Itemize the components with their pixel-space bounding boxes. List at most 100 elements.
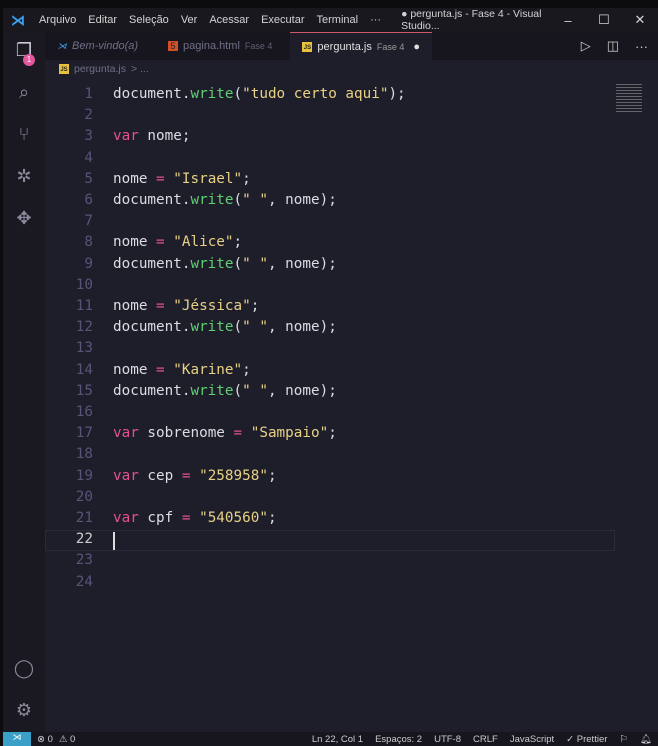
code-editor[interactable]: 1 document.write("tudo certo aqui"); 2 3 var… xyxy=(45,78,658,732)
line-number: 6 xyxy=(84,192,93,208)
menu-editar[interactable]: Editar xyxy=(82,14,123,26)
code-line[interactable]: document.write(" ", nome); xyxy=(113,383,337,399)
line-ending[interactable]: CRLF xyxy=(467,734,504,745)
code-token: " " xyxy=(242,319,268,336)
code-line[interactable]: nome = "Israel"; xyxy=(113,171,251,187)
minimize-icon[interactable]: – xyxy=(550,13,586,28)
code-line[interactable]: document.write("tudo certo aqui"); xyxy=(113,86,406,102)
code-token: ; xyxy=(242,170,251,187)
code-token: " " xyxy=(242,192,268,208)
unsaved-dot-icon[interactable]: ● xyxy=(413,41,420,53)
errors-count[interactable]: ⊗ 0 xyxy=(31,734,59,745)
code-token: ( xyxy=(233,86,243,102)
current-line-highlight xyxy=(45,530,615,552)
code-token: write xyxy=(190,255,234,272)
code-line[interactable]: nome = "Jéssica"; xyxy=(113,298,259,314)
line-number: 4 xyxy=(84,149,93,166)
minimap[interactable] xyxy=(616,84,642,114)
breadcrumb-more[interactable]: > ... xyxy=(131,63,149,75)
menu-acessar[interactable]: Acessar xyxy=(203,14,255,26)
line-number: 24 xyxy=(75,573,93,590)
code-token: = xyxy=(156,361,165,378)
code-line[interactable]: var cpf = "540560"; xyxy=(113,510,277,526)
breadcrumb: JS pergunta.js > ... xyxy=(45,60,658,78)
code-token: write xyxy=(190,192,234,208)
bell-icon[interactable]: 🔔︎ xyxy=(634,734,658,745)
tab-bem-vindo[interactable]: ⋊ Bem-vindo(a) xyxy=(45,32,150,60)
code-token: "Alice" xyxy=(173,234,234,251)
code-line[interactable]: document.write(" ", nome); xyxy=(113,256,337,272)
line-number: 20 xyxy=(75,488,93,505)
status-bar: ⋊ ⊗ 0 ⚠ 0 Ln 22, Col 1 Espaços: 2 UTF-8 … xyxy=(3,732,658,746)
line-number: 13 xyxy=(75,340,93,357)
code-token: "Karine" xyxy=(173,361,243,378)
line-number: 7 xyxy=(84,213,93,230)
tab-folder: Fase 4 xyxy=(376,41,405,52)
menu-terminal[interactable]: Terminal xyxy=(311,14,365,26)
line-number: 21 xyxy=(75,510,93,526)
code-token: "540560" xyxy=(199,510,268,526)
code-line[interactable]: document.write(" ", nome); xyxy=(113,319,337,335)
line-number: 18 xyxy=(75,446,93,463)
source-control-icon[interactable]: ⑂ xyxy=(3,124,45,145)
maximize-icon[interactable]: ☐ xyxy=(586,12,622,28)
menu-more[interactable]: ··· xyxy=(364,14,387,26)
close-icon[interactable]: ✕ xyxy=(622,12,658,28)
window-title: ● pergunta.js - Fase 4 - Visual Studio..… xyxy=(401,8,542,32)
run-icon[interactable]: ▷ xyxy=(581,38,591,54)
code-token: ; xyxy=(267,510,277,526)
menu-arquivo[interactable]: Arquivo xyxy=(33,14,82,26)
code-token: "258958" xyxy=(199,467,268,484)
tab-pagina-html[interactable]: 5 pagina.html Fase 4 xyxy=(150,32,284,60)
menu-ver[interactable]: Ver xyxy=(175,14,204,26)
line-number: 8 xyxy=(84,234,93,251)
code-token: = xyxy=(233,425,243,442)
feedback-icon[interactable]: ⚐ xyxy=(613,734,634,745)
encoding[interactable]: UTF-8 xyxy=(428,734,467,745)
code-token: ( xyxy=(233,382,243,399)
account-icon[interactable]: ◯ xyxy=(3,658,45,679)
code-line[interactable]: var nome; xyxy=(113,128,190,144)
code-token: ; xyxy=(328,425,337,442)
menu-executar[interactable]: Executar xyxy=(255,14,310,26)
more-actions-icon[interactable]: ··· xyxy=(635,39,648,54)
tab-bar: ⋊ Bem-vindo(a) 5 pagina.html Fase 4 JS p… xyxy=(45,32,658,60)
vscode-window: ⋊ Arquivo Editar Seleção Ver Acessar Exe… xyxy=(3,8,658,746)
js-icon: JS xyxy=(59,64,69,74)
code-token: ( xyxy=(233,192,243,208)
extensions-icon[interactable]: ✥ xyxy=(3,208,45,229)
tab-label: Bem-vindo(a) xyxy=(72,40,139,52)
code-token: var xyxy=(113,510,139,526)
code-token: nome xyxy=(113,361,157,378)
warnings-count[interactable]: ⚠ 0 xyxy=(59,734,75,745)
code-token: , nome); xyxy=(267,382,337,399)
code-token: , nome); xyxy=(267,192,337,208)
gear-icon[interactable]: ⚙ xyxy=(3,700,45,721)
code-line[interactable]: nome = "Alice"; xyxy=(113,234,242,250)
code-line[interactable]: var cep = "258958"; xyxy=(113,468,277,484)
breadcrumb-file[interactable]: pergunta.js xyxy=(74,63,126,75)
search-icon[interactable]: ⌕ xyxy=(3,82,45,103)
remote-icon[interactable]: ⋊ xyxy=(3,732,31,746)
code-token: cep xyxy=(138,467,182,484)
code-line[interactable]: nome = "Karine"; xyxy=(113,362,251,378)
code-token: ( xyxy=(233,319,243,336)
debug-icon[interactable]: ✲ xyxy=(3,166,45,187)
cursor-position[interactable]: Ln 22, Col 1 xyxy=(306,734,369,745)
tab-pergunta-js[interactable]: JS pergunta.js Fase 4 ● xyxy=(290,32,433,60)
language-mode[interactable]: JavaScript xyxy=(504,734,560,745)
split-editor-icon[interactable]: ◫ xyxy=(607,38,619,54)
indentation[interactable]: Espaços: 2 xyxy=(369,734,428,745)
menu-selecao[interactable]: Seleção xyxy=(123,14,175,26)
line-number: 2 xyxy=(84,107,93,124)
code-line[interactable]: document.write(" ", nome); xyxy=(113,192,337,208)
code-token: "Jéssica" xyxy=(173,298,251,314)
html-icon: 5 xyxy=(168,41,179,51)
code-token: "Sampaio" xyxy=(250,425,329,442)
code-token: ); xyxy=(388,86,406,102)
prettier-status[interactable]: ✓ Prettier xyxy=(560,734,613,745)
vscode-logo-icon: ⋊ xyxy=(11,11,25,28)
code-line[interactable]: var sobrenome = "Sampaio"; xyxy=(113,425,337,441)
